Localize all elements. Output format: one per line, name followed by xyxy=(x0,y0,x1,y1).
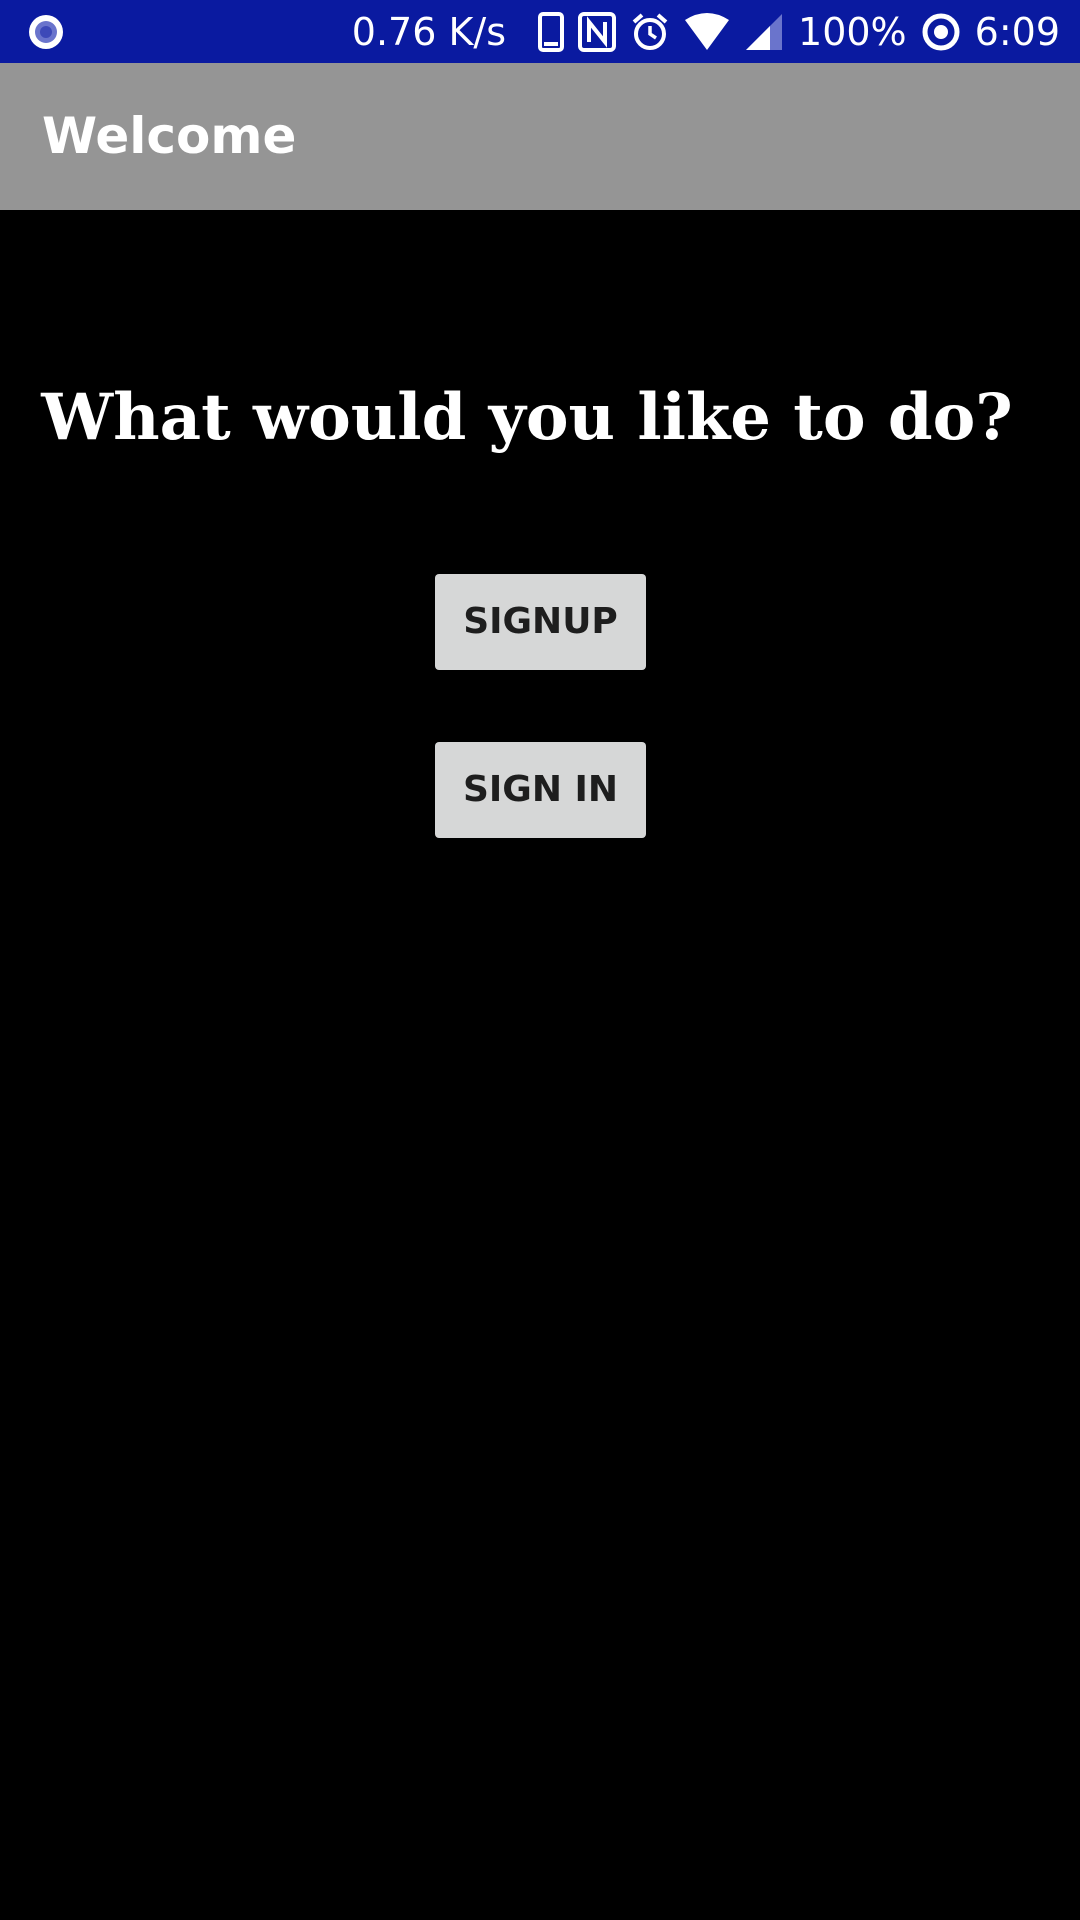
battery-percent: 100% xyxy=(798,9,907,54)
signup-button[interactable]: SIGNUP xyxy=(435,574,646,670)
nfc-icon xyxy=(578,11,617,52)
status-bar: 0.76 K/s 100% 6:09 xyxy=(0,0,1080,63)
net-speed: 0.76 K/s xyxy=(351,9,507,54)
app-root: 0.76 K/s 100% 6:09 Welcome What would yo… xyxy=(0,0,1080,1920)
app-bar-title: Welcome xyxy=(42,107,297,165)
wifi-icon xyxy=(684,12,730,52)
app-bar: Welcome xyxy=(0,63,1080,210)
prompt-heading: What would you like to do? xyxy=(41,380,1013,455)
signal-icon xyxy=(744,12,784,52)
sign-in-button[interactable]: SIGN IN xyxy=(435,742,646,838)
notification-dot-icon xyxy=(26,12,66,52)
clock: 6:09 xyxy=(974,9,1060,54)
data-saver-icon xyxy=(921,12,961,52)
phone-icon xyxy=(538,11,565,52)
alarm-icon xyxy=(630,12,670,52)
status-bar-right: 0.76 K/s 100% 6:09 xyxy=(352,0,1060,63)
